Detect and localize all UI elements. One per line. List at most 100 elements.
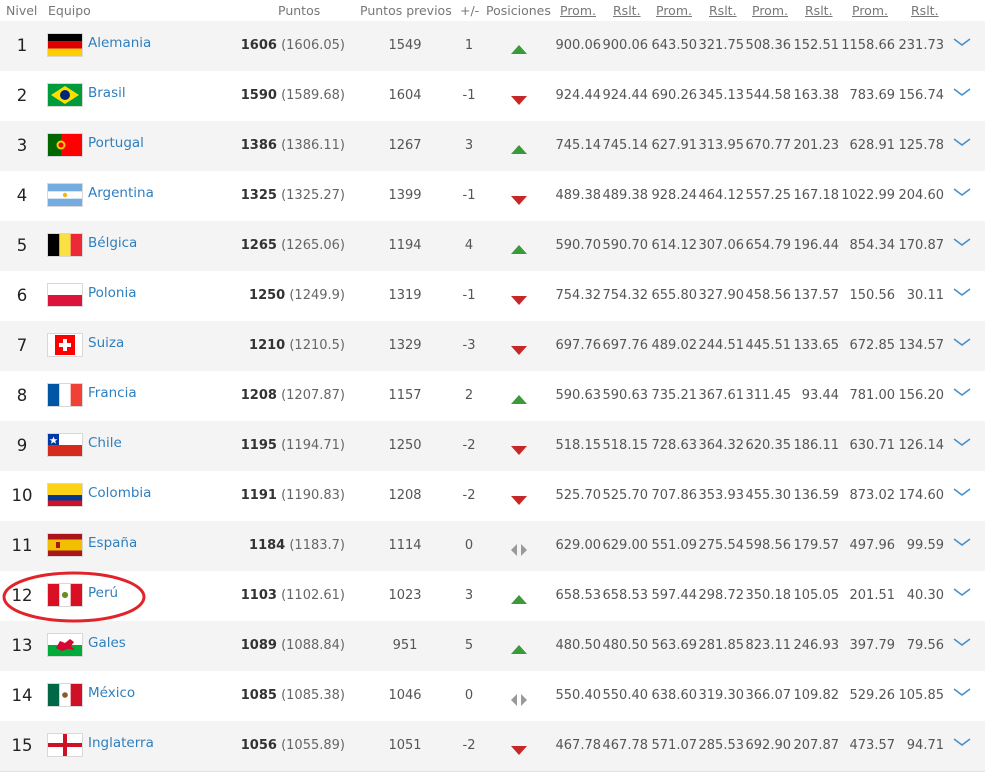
team-link[interactable]: Chile bbox=[88, 435, 122, 451]
stat-value: 246.93 bbox=[793, 638, 840, 653]
team-link[interactable]: Suiza bbox=[88, 335, 124, 351]
stat-value: 109.82 bbox=[793, 688, 840, 703]
team-link[interactable]: Gales bbox=[88, 635, 126, 651]
trend-down-icon bbox=[510, 491, 528, 505]
position-change: 0 bbox=[464, 538, 474, 553]
points-cell: 1210 (1210.5) bbox=[249, 338, 345, 353]
header-prom-3[interactable]: Prom. bbox=[752, 3, 788, 18]
header-cambio: +/- bbox=[460, 3, 480, 18]
stat-value: 231.73 bbox=[898, 38, 945, 53]
previous-points: 1046 bbox=[388, 688, 422, 703]
table-row[interactable]: 11 España 1184 (1183.7) 1114 0 629.00 629.00 55… bbox=[0, 521, 985, 572]
points-value: 1250 bbox=[249, 288, 286, 303]
points-value: 1085 bbox=[240, 688, 277, 703]
header-prom-1[interactable]: Prom. bbox=[560, 3, 596, 18]
table-row[interactable]: 1 Alemania 1606 (1606.05) 1549 1 900.06 900.06… bbox=[0, 21, 985, 72]
table-row[interactable]: 13 Gales 1089 (1088.84) 951 5 480.50 480.50 563… bbox=[0, 621, 985, 672]
chevron-down-icon[interactable] bbox=[952, 583, 972, 596]
trend-same-icon bbox=[510, 691, 528, 706]
trend-up-icon bbox=[510, 41, 528, 54]
team-link[interactable]: Polonia bbox=[88, 285, 137, 301]
table-row[interactable]: 14 México 1085 (1085.38) 1046 0 550.40 550.40 6… bbox=[0, 671, 985, 722]
team-link[interactable]: Brasil bbox=[88, 85, 126, 101]
team-link[interactable]: España bbox=[88, 535, 137, 551]
points-value: 1386 bbox=[240, 138, 277, 153]
points-exact: (1249.9) bbox=[289, 288, 345, 303]
header-puntos: Puntos bbox=[278, 3, 321, 18]
previous-points: 1023 bbox=[388, 588, 422, 603]
chevron-down-icon[interactable] bbox=[952, 283, 972, 296]
team-link[interactable]: Argentina bbox=[88, 185, 154, 201]
header-rslt-2[interactable]: Rslt. bbox=[709, 3, 737, 18]
rank-number: 9 bbox=[16, 436, 28, 455]
team-link[interactable]: Bélgica bbox=[88, 235, 137, 251]
chevron-down-icon[interactable] bbox=[952, 633, 972, 646]
stat-value: 105.05 bbox=[793, 588, 840, 603]
header-rslt-4[interactable]: Rslt. bbox=[911, 3, 939, 18]
previous-points: 1329 bbox=[388, 338, 422, 353]
header-prom-2[interactable]: Prom. bbox=[656, 3, 692, 18]
table-row[interactable]: 9 Chile 1195 (1194.71) 1250 -2 518.15 518.15 72… bbox=[0, 421, 985, 472]
points-cell: 1085 (1085.38) bbox=[241, 688, 345, 703]
header-rslt-1[interactable]: Rslt. bbox=[613, 3, 641, 18]
table-row[interactable]: 6 Polonia 1250 (1249.9) 1319 -1 754.32 754.32 6… bbox=[0, 271, 985, 322]
points-exact: (1386.11) bbox=[281, 138, 345, 153]
table-row[interactable]: 4 Argentina 1325 (1325.27) 1399 -1 489.38 489.… bbox=[0, 171, 985, 222]
chevron-down-icon[interactable] bbox=[952, 383, 972, 396]
stat-value: 152.51 bbox=[793, 38, 840, 53]
chevron-down-icon[interactable] bbox=[952, 333, 972, 346]
team-link[interactable]: Alemania bbox=[88, 35, 151, 51]
team-link[interactable]: Colombia bbox=[88, 485, 151, 501]
table-row[interactable]: 5 Bélgica 1265 (1265.06) 1194 4 590.70 590.70 6… bbox=[0, 221, 985, 272]
stat-value: 105.85 bbox=[898, 688, 945, 703]
chevron-down-icon[interactable] bbox=[952, 433, 972, 446]
chevron-down-icon[interactable] bbox=[952, 83, 972, 96]
header-rslt-3[interactable]: Rslt. bbox=[805, 3, 833, 18]
header-prom-4[interactable]: Prom. bbox=[852, 3, 888, 18]
table-row[interactable]: 10 Colombia 1191 (1190.83) 1208 -2 525.70 525.… bbox=[0, 471, 985, 522]
stat-value: 126.14 bbox=[898, 438, 945, 453]
chevron-down-icon[interactable] bbox=[952, 233, 972, 246]
team-link[interactable]: México bbox=[88, 685, 135, 701]
chevron-down-icon[interactable] bbox=[952, 683, 972, 696]
previous-points: 1399 bbox=[388, 188, 422, 203]
chevron-down-icon[interactable] bbox=[952, 733, 972, 746]
position-change: 1 bbox=[464, 38, 474, 53]
portugal-flag-icon bbox=[48, 134, 82, 156]
table-row[interactable]: 15 Inglaterra 1056 (1055.89) 1051 -2 467.78 46… bbox=[0, 721, 985, 772]
trend-down-icon bbox=[510, 91, 528, 105]
stat-value: 186.11 bbox=[793, 438, 840, 453]
chevron-down-icon[interactable] bbox=[952, 33, 972, 46]
table-row[interactable]: 12 Perú 1103 (1102.61) 1023 3 658.53 658.53 597… bbox=[0, 571, 985, 622]
table-row[interactable]: 2 Brasil 1590 (1589.68) 1604 -1 924.44 924.44 6… bbox=[0, 71, 985, 122]
points-cell: 1590 (1589.68) bbox=[241, 88, 345, 103]
mexico-flag-icon bbox=[48, 684, 82, 706]
rank-number: 13 bbox=[11, 636, 33, 655]
previous-points: 1549 bbox=[388, 38, 422, 53]
chevron-down-icon[interactable] bbox=[952, 533, 972, 546]
team-link[interactable]: Perú bbox=[88, 585, 118, 601]
points-value: 1184 bbox=[249, 538, 286, 553]
team-link[interactable]: Inglaterra bbox=[88, 735, 154, 751]
previous-points: 1051 bbox=[388, 738, 422, 753]
trend-same-icon bbox=[510, 541, 528, 556]
points-value: 1089 bbox=[240, 638, 277, 653]
position-change: -2 bbox=[462, 488, 476, 503]
france-flag-icon bbox=[48, 384, 82, 406]
rank-number: 2 bbox=[16, 86, 28, 105]
rank-number: 6 bbox=[16, 286, 28, 305]
table-row[interactable]: 7 Suiza 1210 (1210.5) 1329 -3 697.76 697.76 489… bbox=[0, 321, 985, 372]
stat-value: 156.20 bbox=[898, 388, 945, 403]
table-row[interactable]: 8 Francia 1208 (1207.87) 1157 2 590.63 590.63 7… bbox=[0, 371, 985, 422]
chevron-down-icon[interactable] bbox=[952, 483, 972, 496]
points-value: 1606 bbox=[240, 38, 277, 53]
previous-points: 1208 bbox=[388, 488, 422, 503]
chevron-down-icon[interactable] bbox=[952, 183, 972, 196]
chile-flag-icon bbox=[48, 434, 82, 456]
points-cell: 1184 (1183.7) bbox=[249, 538, 345, 553]
team-link[interactable]: Francia bbox=[88, 385, 137, 401]
chevron-down-icon[interactable] bbox=[952, 133, 972, 146]
table-row[interactable]: 3 Portugal 1386 (1386.11) 1267 3 745.14 745.14… bbox=[0, 121, 985, 172]
team-link[interactable]: Portugal bbox=[88, 135, 144, 151]
position-change: 0 bbox=[464, 688, 474, 703]
